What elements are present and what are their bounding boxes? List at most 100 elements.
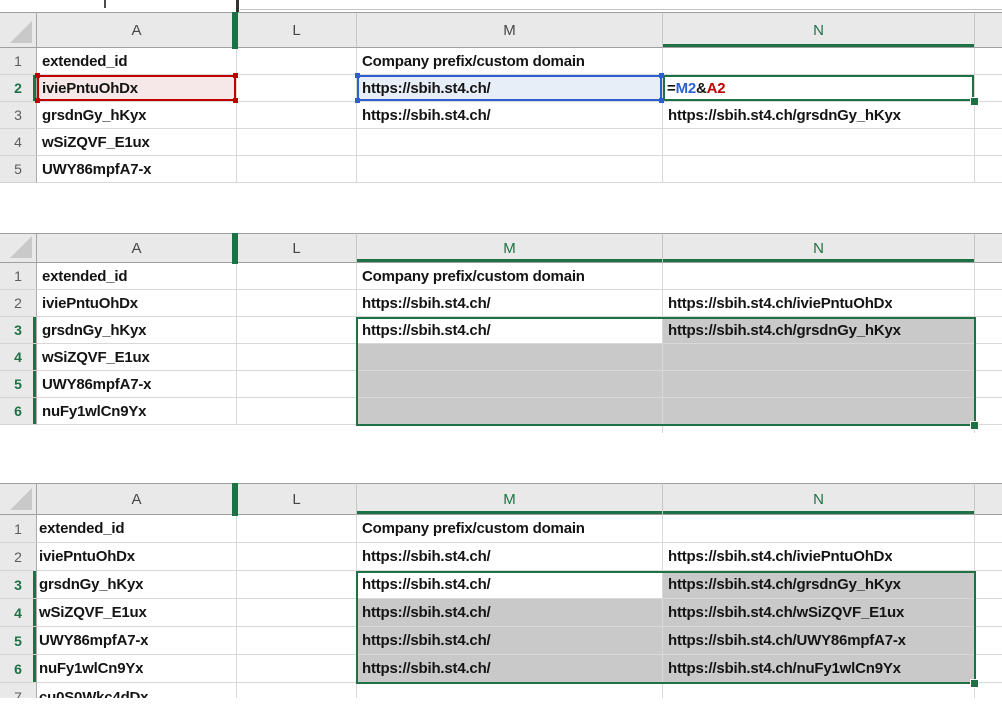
row-header-3[interactable]: 3: [0, 571, 37, 599]
cell-partial4[interactable]: [975, 344, 1002, 371]
column-header-N[interactable]: N: [663, 12, 975, 48]
cell-M1[interactable]: Company prefix/custom domain: [357, 48, 663, 75]
column-header-L[interactable]: L: [237, 12, 357, 48]
cell-A4[interactable]: wSiZQVF_E1ux: [37, 599, 237, 627]
cell-N2[interactable]: =M2&A2: [663, 75, 975, 102]
cell-M4[interactable]: [357, 344, 663, 371]
row-header-1[interactable]: 1: [0, 48, 37, 75]
cell-L4[interactable]: [237, 344, 357, 371]
column-header-L[interactable]: L: [237, 483, 357, 515]
cell-L5[interactable]: [237, 371, 357, 398]
cell-partial4[interactable]: [975, 599, 1002, 627]
cell-M4[interactable]: [357, 129, 663, 156]
cell-N1[interactable]: [663, 515, 975, 543]
row-header-3[interactable]: 3: [0, 102, 37, 129]
cell-L6[interactable]: [237, 655, 357, 683]
cell-partial5[interactable]: [975, 627, 1002, 655]
cell-A5[interactable]: UWY86mpfA7-x: [37, 156, 237, 183]
cell-M1[interactable]: Company prefix/custom domain: [357, 515, 663, 543]
row-header-5[interactable]: 5: [0, 627, 37, 655]
cell-A5[interactable]: UWY86mpfA7-x: [37, 371, 237, 398]
cell-L3[interactable]: [237, 571, 357, 599]
column-header-M[interactable]: M: [357, 233, 663, 263]
cell-M2[interactable]: https://sbih.st4.ch/: [357, 75, 663, 102]
row-header-6[interactable]: 6: [0, 398, 37, 425]
cell-partial1[interactable]: [975, 48, 1002, 75]
cell-N4[interactable]: [663, 344, 975, 371]
column-header-A[interactable]: A: [37, 483, 237, 515]
cell-L6[interactable]: [237, 398, 357, 425]
cell-A6[interactable]: nuFy1wlCn9Yx: [37, 655, 237, 683]
column-header-M[interactable]: M: [357, 483, 663, 515]
cell-M2[interactable]: https://sbih.st4.ch/: [357, 543, 663, 571]
cell-M1[interactable]: Company prefix/custom domain: [357, 263, 663, 290]
cell-A3[interactable]: grsdnGy_hKyx: [37, 317, 237, 344]
fill-handle[interactable]: [970, 97, 979, 106]
cell-L3[interactable]: [237, 102, 357, 129]
column-header-A[interactable]: A: [37, 12, 237, 48]
cell-M5[interactable]: [357, 371, 663, 398]
cell-M5[interactable]: https://sbih.st4.ch/: [357, 627, 663, 655]
cell-N5[interactable]: [663, 371, 975, 398]
cell-M5[interactable]: [357, 156, 663, 183]
column-header-L[interactable]: L: [237, 233, 357, 263]
cell-M6[interactable]: https://sbih.st4.ch/: [357, 655, 663, 683]
cell-N3[interactable]: https://sbih.st4.ch/grsdnGy_hKyx: [663, 102, 975, 129]
cell-A3[interactable]: grsdnGy_hKyx: [37, 571, 237, 599]
column-header-N[interactable]: N: [663, 233, 975, 263]
cell-A1[interactable]: extended_id: [37, 515, 237, 543]
cell-M3[interactable]: https://sbih.st4.ch/: [357, 571, 663, 599]
row-header-2[interactable]: 2: [0, 75, 37, 102]
cell-A2[interactable]: iviePntuOhDx: [37, 543, 237, 571]
cell-N4[interactable]: https://sbih.st4.ch/wSiZQVF_E1ux: [663, 599, 975, 627]
cell-A4[interactable]: wSiZQVF_E1ux: [37, 344, 237, 371]
cell-A5[interactable]: UWY86mpfA7-x: [37, 627, 237, 655]
cell-L2[interactable]: [237, 543, 357, 571]
cell-L7[interactable]: [237, 683, 357, 698]
cell-M3[interactable]: https://sbih.st4.ch/: [357, 102, 663, 129]
row-header-6[interactable]: 6: [0, 655, 37, 683]
row-header-5[interactable]: 5: [0, 371, 37, 398]
cell-partial2[interactable]: [975, 543, 1002, 571]
cell-partial7[interactable]: [975, 683, 1002, 698]
select-all-corner[interactable]: [0, 483, 37, 515]
row-header-3[interactable]: 3: [0, 317, 37, 344]
cell-partial6[interactable]: [975, 655, 1002, 683]
cell-A2[interactable]: iviePntuOhDx: [37, 75, 237, 102]
cell-N2[interactable]: https://sbih.st4.ch/iviePntuOhDx: [663, 290, 975, 317]
cell-L2[interactable]: [237, 75, 357, 102]
row-header-1[interactable]: 1: [0, 515, 37, 543]
cell-partial4[interactable]: [975, 129, 1002, 156]
cell-N7[interactable]: [663, 683, 975, 698]
cell-partial5[interactable]: [975, 371, 1002, 398]
cell-A1[interactable]: extended_id: [37, 263, 237, 290]
select-all-corner[interactable]: [0, 233, 37, 263]
row-header-2[interactable]: 2: [0, 290, 37, 317]
select-all-corner[interactable]: [0, 12, 37, 48]
cell-partial2[interactable]: [975, 75, 1002, 102]
cell-L4[interactable]: [237, 129, 357, 156]
cell-N5[interactable]: [663, 156, 975, 183]
cell-M7[interactable]: [357, 683, 663, 698]
cell-N6[interactable]: https://sbih.st4.ch/nuFy1wlCn9Yx: [663, 655, 975, 683]
cell-N5[interactable]: https://sbih.st4.ch/UWY86mpfA7-x: [663, 627, 975, 655]
cell-M6[interactable]: [357, 398, 663, 425]
cell-partial3[interactable]: [975, 571, 1002, 599]
cell-N4[interactable]: [663, 129, 975, 156]
cell-N1[interactable]: [663, 263, 975, 290]
cell-partial1[interactable]: [975, 515, 1002, 543]
cell-L5[interactable]: [237, 156, 357, 183]
cell-N3[interactable]: https://sbih.st4.ch/grsdnGy_hKyx: [663, 317, 975, 344]
cell-A4[interactable]: wSiZQVF_E1ux: [37, 129, 237, 156]
cell-L2[interactable]: [237, 290, 357, 317]
cell-N6[interactable]: [663, 398, 975, 425]
cell-N1[interactable]: [663, 48, 975, 75]
cell-A6[interactable]: nuFy1wlCn9Yx: [37, 398, 237, 425]
row-header-4[interactable]: 4: [0, 599, 37, 627]
cell-L3[interactable]: [237, 317, 357, 344]
cell-L1[interactable]: [237, 515, 357, 543]
row-header-1[interactable]: 1: [0, 263, 37, 290]
cell-partial3[interactable]: [975, 317, 1002, 344]
cell-partial3[interactable]: [975, 102, 1002, 129]
cell-A1[interactable]: extended_id: [37, 48, 237, 75]
